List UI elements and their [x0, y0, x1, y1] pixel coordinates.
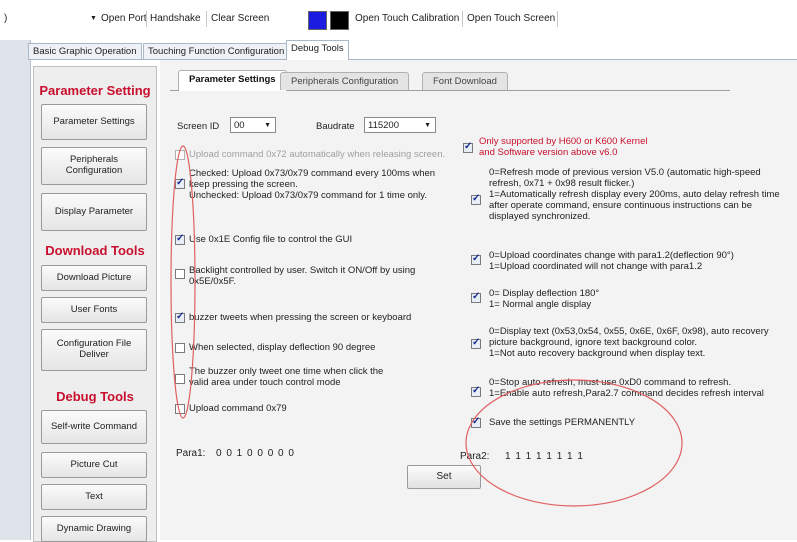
annotation-ellipse-right	[465, 379, 683, 507]
annotation-ellipse-left	[170, 145, 196, 419]
annotation-overlay	[170, 145, 683, 507]
